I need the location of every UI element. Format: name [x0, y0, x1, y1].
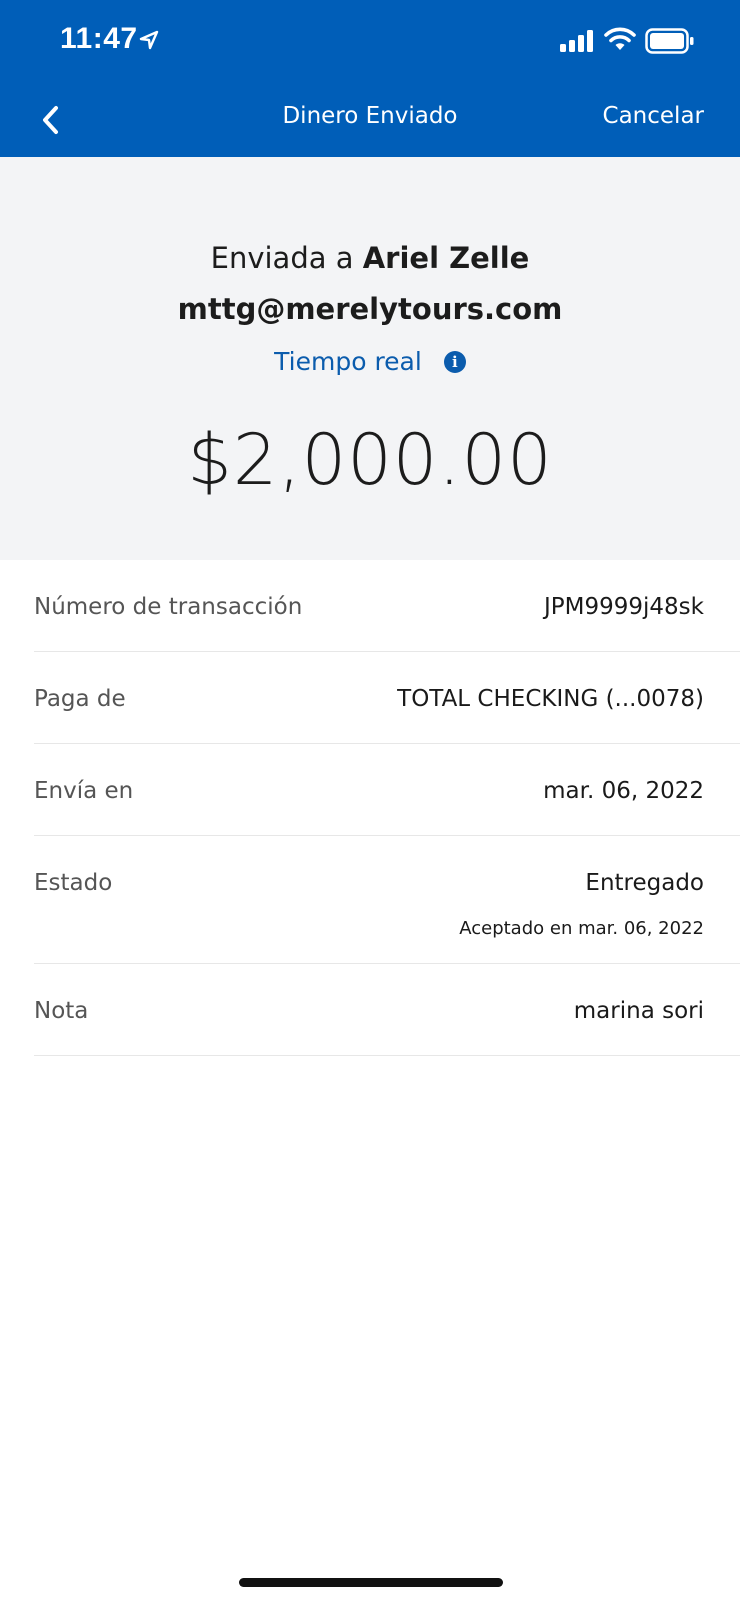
detail-label: Envía en — [34, 778, 134, 804]
detail-row-transaction-number: Número de transacción JPM9999j48sk — [34, 560, 740, 652]
payment-summary: Enviada a Ariel Zelle mttg@merelytours.c… — [0, 157, 740, 560]
location-arrow-icon — [139, 30, 159, 50]
app-header: 11:47 Dinero Enviado Cancelar — [0, 0, 740, 157]
home-indicator[interactable] — [239, 1578, 503, 1587]
detail-row-send-on: Envía en mar. 06, 2022 — [34, 744, 740, 836]
wifi-icon — [604, 27, 636, 50]
detail-value: TOTAL CHECKING (...0078) — [397, 686, 704, 712]
delivery-speed-link[interactable]: Tiempo real — [274, 347, 422, 376]
recipient-name: Ariel Zelle — [362, 241, 530, 275]
detail-label: Número de transacción — [34, 594, 303, 620]
detail-label: Estado — [34, 870, 113, 896]
battery-icon — [645, 28, 694, 54]
payment-amount: $2,000.00 — [187, 419, 553, 501]
detail-value: mar. 06, 2022 — [543, 778, 704, 804]
detail-label: Paga de — [34, 686, 126, 712]
status-accepted-date: Aceptado en mar. 06, 2022 — [459, 918, 704, 939]
transaction-details: Número de transacción JPM9999j48sk Paga … — [34, 560, 740, 1056]
detail-value: JPM9999j48sk — [544, 594, 704, 620]
sent-to-prefix: Enviada a — [210, 241, 363, 275]
detail-row-pay-from: Paga de TOTAL CHECKING (...0078) — [34, 652, 740, 744]
detail-label: Nota — [34, 998, 89, 1024]
cellular-signal-icon — [560, 30, 593, 52]
sent-to-line: Enviada a Ariel Zelle — [0, 241, 740, 275]
detail-value: marina sori — [573, 998, 704, 1024]
status-value: Entregado — [585, 870, 704, 896]
status-bar-time: 11:47 — [60, 22, 138, 55]
detail-row-note: Nota marina sori — [34, 964, 740, 1056]
cancel-button[interactable]: Cancelar — [603, 103, 704, 129]
recipient-email: mttg@merelytours.com — [177, 292, 563, 326]
delivery-speed-row: Tiempo real i — [0, 347, 740, 376]
detail-row-status: Estado Entregado Aceptado en mar. 06, 20… — [34, 836, 740, 964]
info-icon[interactable]: i — [443, 350, 466, 373]
